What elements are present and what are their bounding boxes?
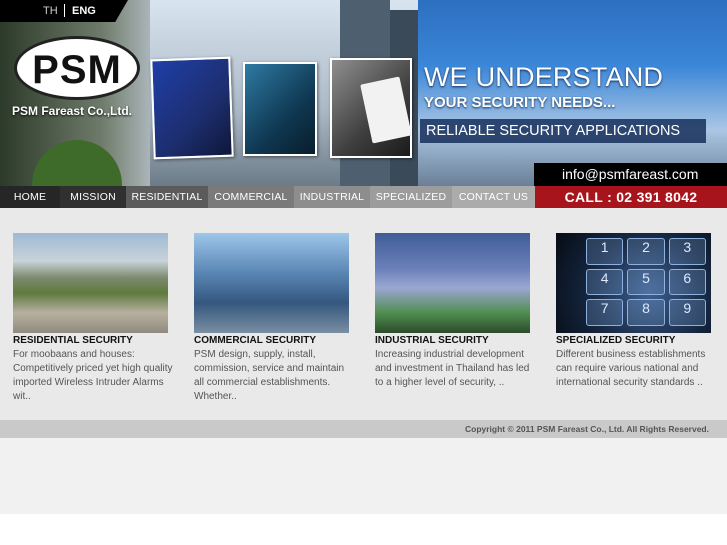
feature-residential: RESIDENTIAL SECURITY For moobaans and ho… bbox=[13, 233, 175, 404]
nav-specialized[interactable]: SPECIALIZED bbox=[370, 186, 452, 208]
specialized-image[interactable]: 1 2 3 4 5 6 7 8 9 bbox=[556, 233, 711, 333]
feature-commercial: COMMERCIAL SECURITY PSM design, supply, … bbox=[194, 233, 356, 404]
banner-industrial-photo bbox=[418, 0, 727, 186]
feature-specialized: 1 2 3 4 5 6 7 8 9 SPECIALIZED SECURITY D… bbox=[556, 233, 718, 390]
copyright-bar: Copyright © 2011 PSM Fareast Co., Ltd. A… bbox=[0, 420, 727, 438]
keypad-key: 6 bbox=[668, 268, 706, 296]
lang-th-link[interactable]: TH bbox=[43, 5, 58, 17]
keypad-key: 2 bbox=[627, 238, 665, 265]
cctv-monitor-photo bbox=[243, 62, 317, 156]
industrial-image[interactable] bbox=[375, 233, 530, 333]
footer-area bbox=[0, 438, 727, 514]
keypad-key: 9 bbox=[668, 299, 706, 326]
banner-headline: WE UNDERSTAND bbox=[424, 62, 664, 92]
feature-title[interactable]: SPECIALIZED SECURITY bbox=[556, 335, 718, 346]
keypad-key: 3 bbox=[668, 238, 706, 265]
keypad-key: 4 bbox=[586, 268, 624, 296]
keypad-graphic: 1 2 3 4 5 6 7 8 9 bbox=[586, 238, 706, 326]
feature-desc: PSM design, supply, install, commission,… bbox=[194, 349, 345, 402]
lang-en-link[interactable]: ENG bbox=[72, 5, 96, 17]
intruder-photo bbox=[150, 56, 234, 160]
lang-divider bbox=[64, 4, 65, 17]
keypad-key: 5 bbox=[627, 268, 665, 296]
nav-mission[interactable]: MISSION bbox=[60, 186, 126, 208]
email-link[interactable]: info@psmfareast.com bbox=[534, 163, 727, 186]
copyright-text: Copyright © 2011 PSM Fareast Co., Ltd. A… bbox=[464, 424, 709, 434]
banner-tagline: RELIABLE SECURITY APPLICATIONS bbox=[420, 119, 706, 143]
language-switcher: TH ENG bbox=[0, 0, 128, 22]
commercial-image[interactable] bbox=[194, 233, 349, 333]
residential-image[interactable] bbox=[13, 233, 168, 333]
keypad-key: 7 bbox=[586, 299, 624, 326]
header-banner: TH ENG PSM PSM Fareast Co.,Ltd. WE UNDER… bbox=[0, 0, 727, 186]
keypad-key: 8 bbox=[627, 299, 665, 326]
call-phone-banner[interactable]: CALL : 02 391 8042 bbox=[535, 186, 727, 208]
feature-title[interactable]: COMMERCIAL SECURITY bbox=[194, 335, 356, 346]
nav-home[interactable]: HOME bbox=[0, 186, 60, 208]
feature-title[interactable]: RESIDENTIAL SECURITY bbox=[13, 335, 175, 346]
feature-desc: For moobaans and houses: Competitively p… bbox=[13, 349, 173, 402]
nav-residential[interactable]: RESIDENTIAL bbox=[126, 186, 208, 208]
keypad-key: 1 bbox=[586, 238, 624, 265]
nav-commercial[interactable]: COMMERCIAL bbox=[208, 186, 294, 208]
company-name: PSM Fareast Co.,Ltd. bbox=[12, 104, 133, 118]
page: TH ENG PSM PSM Fareast Co.,Ltd. WE UNDER… bbox=[0, 0, 727, 545]
nav-industrial[interactable]: INDUSTRIAL bbox=[294, 186, 370, 208]
banner-subhead: YOUR SECURITY NEEDS... bbox=[424, 94, 616, 111]
psm-logo[interactable]: PSM bbox=[14, 36, 140, 100]
hedge-graphic bbox=[32, 140, 122, 186]
feature-title[interactable]: INDUSTRIAL SECURITY bbox=[375, 335, 537, 346]
feature-desc: Different business establishments can re… bbox=[556, 349, 706, 388]
nav-contact-us[interactable]: CONTACT US bbox=[452, 186, 535, 208]
logo-text: PSM bbox=[32, 48, 122, 92]
feature-industrial: INDUSTRIAL SECURITY Increasing industria… bbox=[375, 233, 537, 390]
feature-desc: Increasing industrial development and in… bbox=[375, 349, 530, 388]
